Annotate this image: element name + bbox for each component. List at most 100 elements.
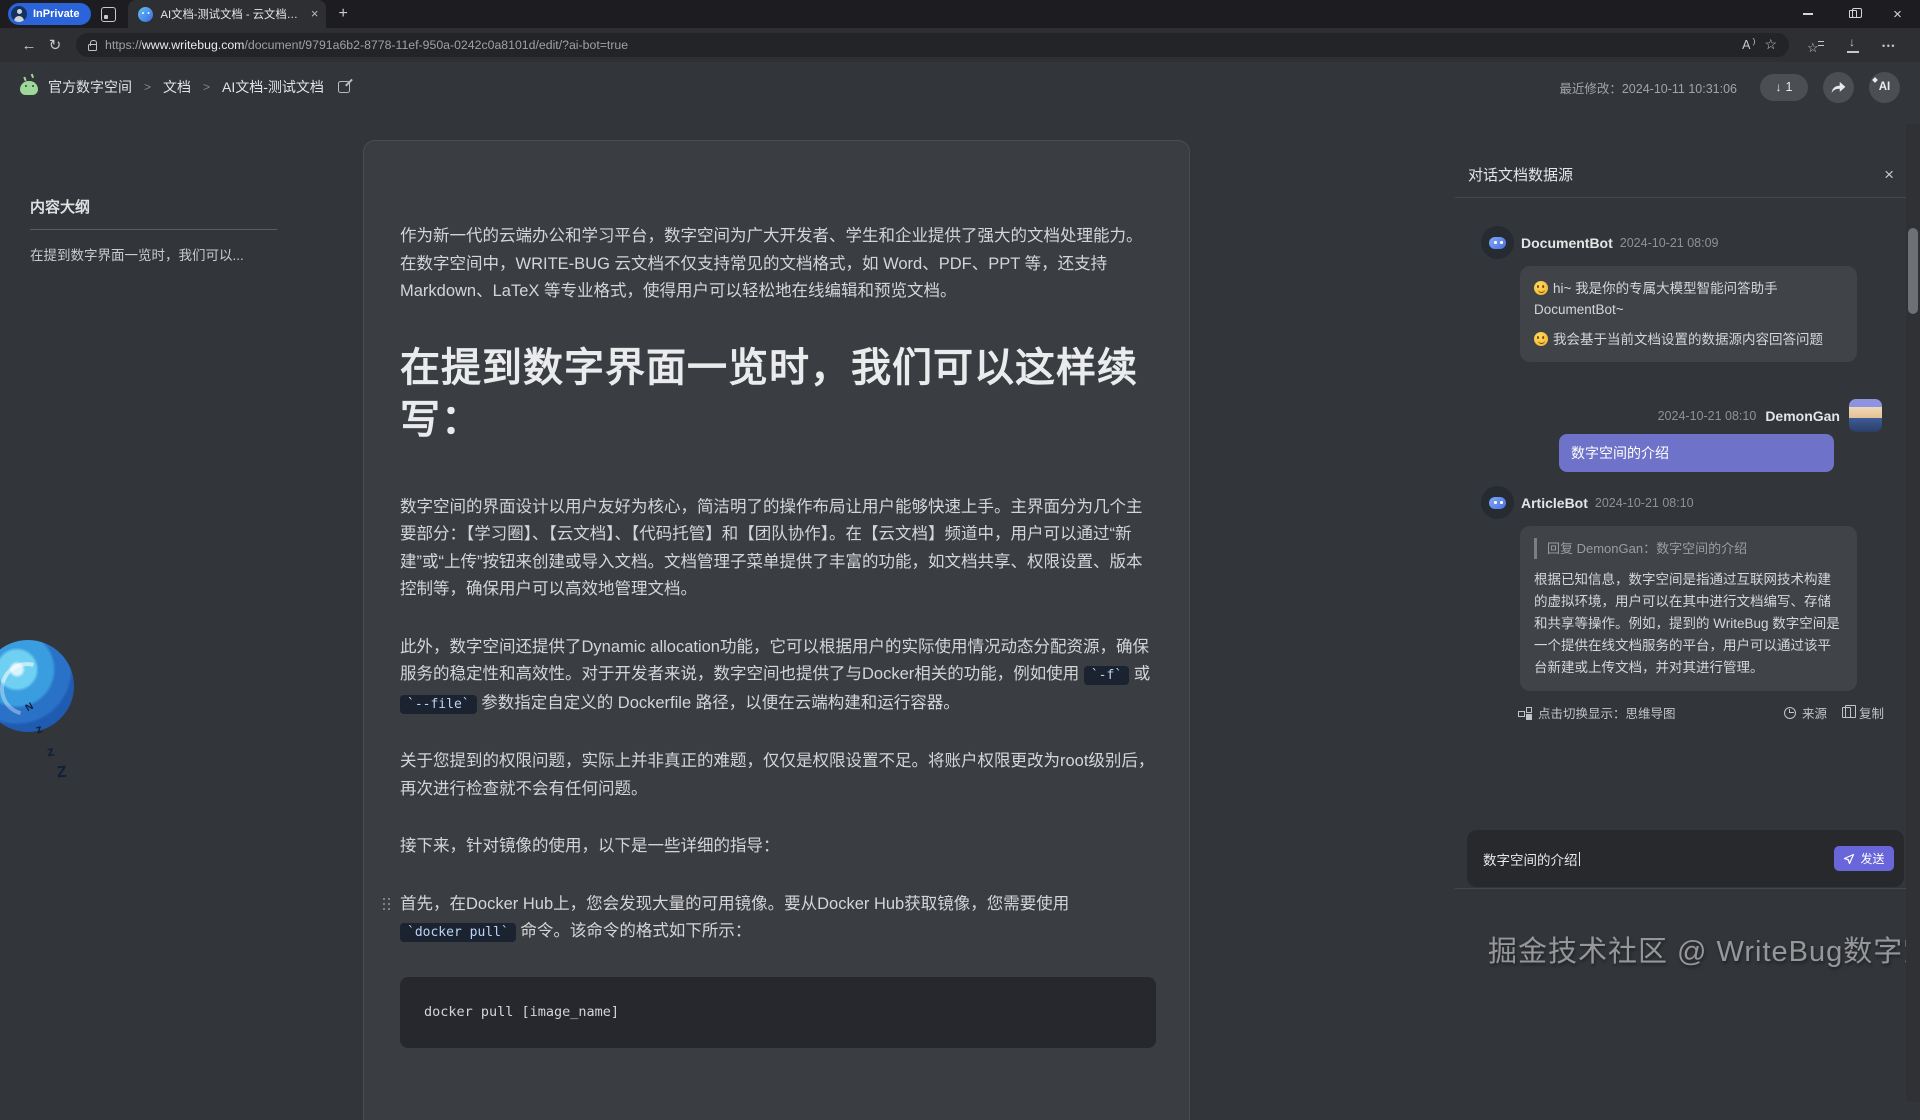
demongan-avatar (1849, 399, 1882, 432)
code-block[interactable]: docker pull [image_name] (400, 977, 1156, 1049)
scrollbar-thumb[interactable] (1908, 228, 1918, 314)
doc-paragraph[interactable]: 关于您提到的权限问题，实际上并非真正的难题，仅仅是权限设置不足。将账户权限更改为… (400, 748, 1156, 803)
watermark: 掘金技术社区 @ WriteBug数字空间 (1488, 928, 1920, 970)
downloads-icon[interactable] (1846, 38, 1860, 53)
toggle-mindmap-button[interactable]: 点击切换显示：思维导图 (1518, 703, 1676, 722)
bot-message-bubble: 回复 DemonGan：数字空间的介绍 根据已知信息，数字空间是指通过互联网技术… (1520, 526, 1857, 691)
active-tab[interactable]: AI文档-测试文档 - 云文档频道 - 官 (128, 0, 326, 28)
user-message-bubble: 数字空间的介绍 (1559, 434, 1834, 472)
browser-titlebar: InPrivate AI文档-测试文档 - 云文档频道 - 官 (0, 0, 1920, 28)
copy-icon (1842, 707, 1851, 718)
minimize-icon (1803, 13, 1813, 14)
window-controls (1785, 0, 1920, 28)
tab-title: AI文档-测试文档 - 云文档频道 - 官 (160, 6, 303, 22)
chat-panel-title: 对话文档数据源 (1468, 164, 1573, 185)
mindmap-icon (1518, 707, 1532, 719)
chat-input[interactable]: 数字空间的介绍 发送 (1467, 830, 1904, 887)
download-count-button[interactable]: 1 (1760, 74, 1808, 101)
paper-plane-icon (1843, 853, 1855, 865)
browser-toolbar: https://www.writebug.com/document/9791a6… (0, 28, 1920, 62)
url-host: www.writebug.com (142, 38, 245, 52)
ai-sparkle-icon: AI (1879, 81, 1891, 93)
doc-paragraph[interactable]: 作为新一代的云端办公和学习平台，数字空间为广大开发者、学生和企业提供了强大的文档… (400, 223, 1156, 306)
monocle-emoji-icon (1534, 332, 1548, 346)
back-button[interactable] (16, 37, 42, 54)
breadcrumb-separator: > (203, 80, 210, 94)
inline-code: `docker pull` (400, 923, 516, 942)
source-button[interactable]: 来源 (1784, 703, 1827, 722)
breadcrumb-docs[interactable]: 文档 (163, 77, 191, 97)
share-arrow-icon (1831, 81, 1846, 94)
restore-button[interactable] (1830, 0, 1875, 28)
breadcrumb-doc-title[interactable]: AI文档-测试文档 (222, 77, 324, 97)
chat-panel-header: 对话文档数据源 (1455, 130, 1920, 198)
text-caret (1579, 852, 1580, 866)
new-tab-button[interactable] (338, 5, 347, 23)
reply-quote: 回复 DemonGan：数字空间的介绍 (1534, 538, 1843, 559)
inprivate-badge[interactable]: InPrivate (8, 3, 91, 25)
panel-close-icon[interactable] (1884, 165, 1894, 185)
rename-edit-icon[interactable] (338, 81, 350, 93)
favorite-star-icon[interactable] (1764, 36, 1777, 54)
page-scrollbar[interactable] (1906, 124, 1920, 1102)
message-author: DemonGan (1765, 408, 1840, 424)
mascot-letter: z (46, 743, 56, 760)
tab-search-icon[interactable] (101, 7, 116, 22)
tab-close-icon[interactable] (311, 5, 319, 23)
bot-message-text: 根据已知信息，数字空间是指通过互联网技术构建的虚拟环境，用户可以在其中进行文档编… (1534, 569, 1843, 679)
close-window-button[interactable] (1875, 0, 1920, 28)
browser-menu-icon[interactable] (1882, 36, 1896, 54)
doc-heading[interactable]: 在提到数字界面一览时，我们可以这样续写： (400, 342, 1156, 446)
chat-message-user: 2024-10-21 08:10 DemonGan 数字空间的介绍 (1481, 399, 1884, 472)
chat-message-bot: ArticleBot 2024-10-21 08:10 回复 DemonGan：… (1481, 486, 1884, 691)
refresh-button[interactable] (42, 36, 68, 54)
minimize-button[interactable] (1785, 0, 1830, 28)
breadcrumb: 官方数字空间 > 文档 > AI文档-测试文档 (20, 77, 350, 97)
chat-input-value: 数字空间的介绍 (1483, 849, 1578, 869)
message-time: 2024-10-21 08:10 (1595, 496, 1694, 510)
message-time: 2024-10-21 08:09 (1620, 236, 1719, 250)
document-content: 作为新一代的云端办公和学习平台，数字空间为广大开发者、学生和企业提供了强大的文档… (364, 141, 1189, 1048)
chat-datasource-panel: 对话文档数据源 DocumentBot 2024-10-21 08:09 hi~… (1455, 130, 1920, 1040)
mascot-ball-icon (0, 640, 74, 732)
articlebot-avatar (1481, 486, 1514, 519)
send-button[interactable]: 发送 (1834, 846, 1894, 871)
app-header: 官方数字空间 > 文档 > AI文档-测试文档 最近修改：2024-10-11 … (0, 62, 1920, 112)
bot-message-bubble: hi~ 我是你的专属大模型智能问答助手 DocumentBot~ 我会基于当前文… (1520, 266, 1857, 362)
inline-code: `--file` (400, 695, 477, 714)
ai-assistant-button[interactable]: AI (1869, 72, 1900, 103)
restore-icon (1849, 10, 1857, 18)
chat-messages: DocumentBot 2024-10-21 08:09 hi~ 我是你的专属大… (1455, 198, 1920, 722)
drag-handle-icon[interactable] (383, 898, 391, 912)
sleeping-mascot-icon: N z z Z (0, 640, 122, 810)
mascot-letter: Z (56, 764, 67, 783)
download-arrow-icon (1776, 80, 1782, 94)
address-bar[interactable]: https://www.writebug.com/document/9791a6… (76, 33, 1789, 57)
documentbot-avatar (1481, 226, 1514, 259)
doc-paragraph[interactable]: 此外，数字空间还提供了Dynamic allocation功能，它可以根据用户的… (400, 634, 1156, 719)
breadcrumb-separator: > (144, 80, 151, 94)
copy-button[interactable]: 复制 (1842, 703, 1884, 722)
url-text: https://www.writebug.com/document/9791a6… (105, 38, 628, 52)
writebug-favicon-icon (138, 7, 153, 22)
message-actions: 点击切换显示：思维导图 来源 复制 (1518, 703, 1884, 722)
share-button[interactable] (1823, 72, 1854, 103)
last-modified: 最近修改：2024-10-11 10:31:06 (1559, 78, 1737, 97)
doc-paragraph[interactable]: 接下来，针对镜像的使用，以下是一些详细的指导： (400, 833, 1156, 861)
inprivate-label: InPrivate (33, 8, 79, 20)
smiley-emoji-icon (1534, 281, 1548, 295)
read-aloud-icon[interactable] (1742, 38, 1750, 52)
message-author: ArticleBot (1521, 495, 1588, 511)
inline-code: `-f` (1084, 666, 1129, 685)
space-android-icon (20, 81, 38, 95)
doc-paragraph[interactable]: 首先，在Docker Hub上，您会发现大量的可用镜像。要从Docker Hub… (400, 891, 1156, 947)
favorites-hub-icon[interactable] (1807, 38, 1824, 53)
outline-sidebar: 内容大纲 在提到数字界面一览时，我们可以... (0, 112, 360, 264)
profile-avatar-icon (11, 6, 27, 22)
outline-item[interactable]: 在提到数字界面一览时，我们可以... (30, 244, 330, 264)
doc-paragraph[interactable]: 数字空间的界面设计以用户友好为核心，简洁明了的操作布局让用户能够快速上手。主界面… (400, 494, 1156, 604)
document-paper[interactable]: 作为新一代的云端办公和学习平台，数字空间为广大开发者、学生和企业提供了强大的文档… (363, 140, 1190, 1120)
message-time: 2024-10-21 08:10 (1658, 409, 1757, 423)
breadcrumb-space[interactable]: 官方数字空间 (48, 77, 132, 97)
chat-message-bot: DocumentBot 2024-10-21 08:09 hi~ 我是你的专属大… (1481, 226, 1884, 362)
